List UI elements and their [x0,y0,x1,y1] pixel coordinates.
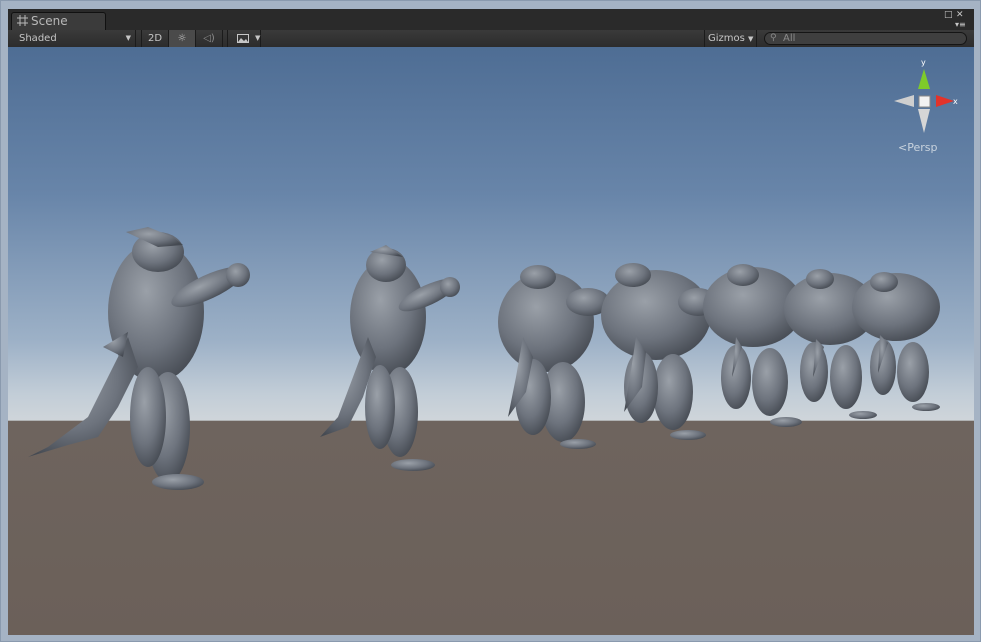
scene-panel: Scene □ ✕ ▾≡ Shaded ▼ 2D ☼ ◁) ▼ Gizmos ▼… [8,9,974,635]
shark-model-3[interactable] [498,265,610,449]
close-icon[interactable]: ✕ [956,10,964,20]
mode-2d-toggle[interactable]: 2D [141,30,169,47]
scene-viewport[interactable]: y x <Persp [8,47,974,635]
audio-toggle[interactable]: ◁) [196,30,223,47]
search-icon: ⚲ [770,33,777,43]
draw-mode-label: Shaded [19,33,57,44]
gizmo-y-label: y [921,58,926,67]
orientation-gizmo[interactable]: y x [894,58,958,133]
gizmo-x-label: x [953,97,958,106]
shark-model-1[interactable] [28,227,250,490]
projection-text: Persp [907,141,938,154]
chevron-down-icon: ▼ [125,34,131,42]
unity-window: Scene □ ✕ ▾≡ Shaded ▼ 2D ☼ ◁) ▼ Gizmos ▼… [0,0,981,642]
gizmos-dropdown[interactable]: Gizmos ▼ [704,30,757,47]
scene-render: y x [28,58,958,490]
shark-model-7[interactable] [852,272,940,411]
tab-scene[interactable]: Scene [11,12,106,30]
tab-label: Scene [31,14,68,28]
search-placeholder: All [783,33,796,44]
lighting-toggle[interactable]: ☼ [169,30,196,47]
gizmos-label: Gizmos [708,33,745,44]
gizmo-x-arrow[interactable] [936,95,954,107]
gizmo-left-arrow[interactable] [894,95,914,107]
projection-label[interactable]: <Persp [898,141,937,154]
tab-bar: Scene □ ✕ ▾≡ [8,9,974,30]
chevron-down-icon: ▼ [748,35,754,43]
gizmo-down-arrow[interactable] [918,109,930,133]
maximize-icon[interactable]: □ [944,10,953,20]
effects-dropdown[interactable]: ▼ [227,30,261,47]
grid-icon [17,15,28,26]
sun-icon: ☼ [177,33,187,44]
chevron-down-icon: ▼ [255,34,261,42]
shark-model-5[interactable] [703,264,803,427]
image-icon [237,34,249,43]
scene-toolbar: Shaded ▼ 2D ☼ ◁) ▼ Gizmos ▼ ⚲ All [8,30,974,48]
menu-icon[interactable]: ▾≡ [955,20,966,29]
speaker-icon: ◁) [203,33,215,44]
gizmo-y-arrow[interactable] [918,69,930,89]
shark-model-4[interactable] [601,263,718,440]
search-input[interactable]: ⚲ All [764,32,967,45]
draw-mode-dropdown[interactable]: Shaded ▼ [10,30,136,47]
shark-model-2[interactable] [320,245,461,471]
gizmo-center-cube[interactable] [918,95,931,108]
